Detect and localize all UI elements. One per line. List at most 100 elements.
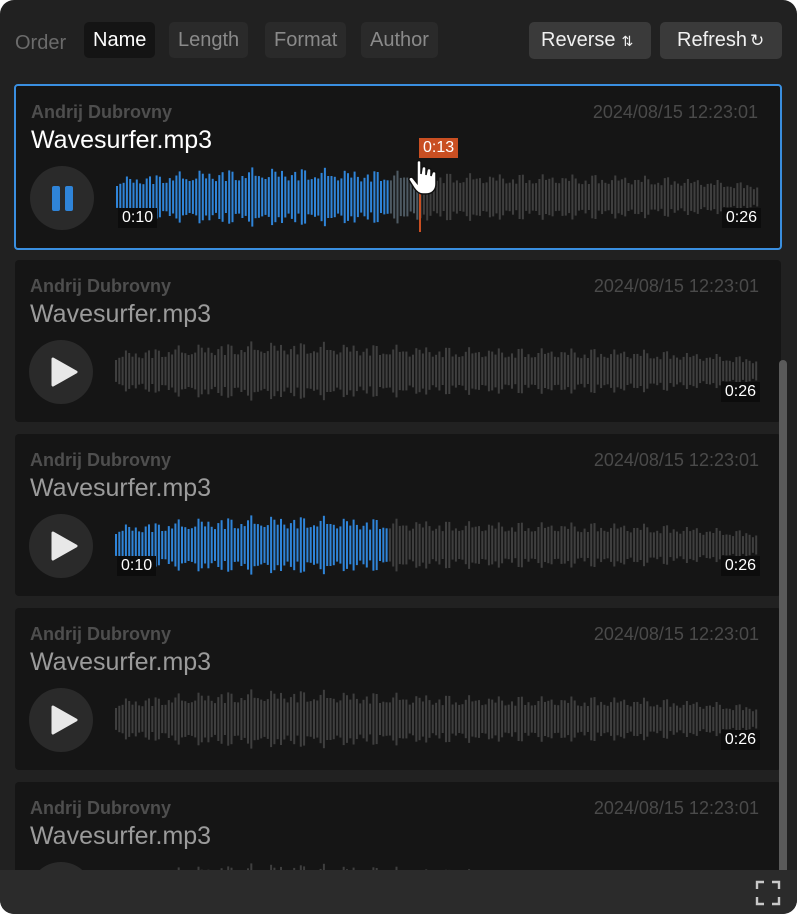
current-time: 0:10 — [117, 556, 157, 576]
waveform-bar — [577, 705, 579, 733]
waveform-bar — [350, 177, 353, 217]
play-button[interactable] — [29, 688, 93, 752]
sort-by-name-chip[interactable]: Name — [84, 22, 156, 58]
waveform-bar — [398, 525, 401, 565]
waveform-bar — [454, 354, 457, 388]
waveform-bar — [619, 527, 622, 563]
waveform[interactable]: 0:26 — [115, 684, 760, 754]
waveform-bar — [501, 700, 504, 738]
sort-by-length-chip[interactable]: Length — [169, 22, 249, 58]
pause-button[interactable] — [30, 166, 94, 230]
waveform-bar — [715, 702, 718, 737]
waveform-bar — [614, 175, 617, 219]
fullscreen-icon[interactable] — [755, 880, 781, 906]
waveform-bar — [233, 702, 236, 736]
play-button[interactable] — [29, 862, 93, 870]
track-card[interactable]: Andrij Dubrovny 2024/08/15 12:23:01 Wavesu… — [15, 608, 781, 770]
waveform-bar — [359, 529, 362, 561]
waveform-bar — [616, 354, 619, 388]
waveform-bar — [395, 518, 398, 572]
waveform-bar — [547, 700, 550, 738]
waveform-bar — [514, 357, 517, 385]
waveform-bar — [553, 704, 556, 734]
waveform-bar — [290, 175, 293, 219]
waveform-bar — [412, 702, 414, 736]
waveform-bar — [116, 186, 118, 208]
waveform-bar — [131, 530, 134, 560]
waveform-bar — [488, 176, 491, 218]
waveform[interactable]: 0:26 — [115, 336, 760, 406]
waveform-bar — [329, 698, 332, 740]
waveform-bar — [227, 518, 230, 572]
waveform-bar — [204, 352, 207, 390]
waveform-bar — [343, 170, 346, 224]
waveform-bar — [726, 186, 729, 208]
waveform-bar — [745, 707, 748, 731]
waveform-bar — [452, 182, 455, 212]
sort-by-format-chip[interactable]: Format — [265, 22, 347, 58]
play-button[interactable] — [29, 514, 93, 578]
track-card[interactable]: Andrij Dubrovny 2024/08/15 12:23:01 Wavesu… — [14, 84, 782, 250]
waveform-bar — [215, 181, 217, 213]
waveform-bar — [398, 351, 401, 391]
waveform-bar — [317, 178, 320, 216]
waveform-bar — [567, 702, 570, 736]
play-button[interactable] — [29, 340, 93, 404]
waveform-bar — [273, 693, 276, 745]
waveform-bar — [204, 700, 207, 738]
sort-by-author-chip[interactable]: Author — [361, 22, 438, 58]
waveform-bar — [728, 360, 731, 382]
waveform-bar — [573, 526, 576, 564]
waveform-bar — [271, 168, 274, 226]
waveform[interactable]: 0:10 0:26 — [115, 510, 760, 580]
waveform-bar — [511, 353, 513, 389]
waveform-bar — [448, 347, 451, 394]
waveform-bar — [185, 179, 188, 215]
waveform-bar — [184, 701, 187, 737]
waveform-bar — [286, 354, 289, 388]
waveform-bar — [525, 183, 528, 211]
scrollbar[interactable] — [779, 360, 787, 870]
waveform-bar — [650, 184, 653, 210]
track-card[interactable]: Andrij Dubrovny 2024/08/15 12:23:01 Wavesu… — [15, 434, 781, 596]
waveform-bar — [349, 699, 352, 739]
waveform-bar — [735, 357, 738, 385]
waveform-bar — [669, 706, 672, 732]
waveform-bar — [626, 531, 629, 559]
waveform-bar — [461, 356, 464, 386]
waveform-bar — [690, 183, 693, 211]
waveform-bar — [613, 349, 616, 393]
reverse-button[interactable]: Reverse ⇅ — [529, 22, 651, 59]
waveform-bar — [633, 354, 636, 388]
waveform-bar — [296, 354, 299, 388]
waveform-bar — [346, 695, 348, 743]
waveform-bar — [214, 529, 216, 561]
waveform-bar — [121, 356, 124, 386]
waveform-bar — [616, 528, 619, 562]
waveform[interactable]: 0:26 — [115, 858, 760, 870]
waveform-bar — [578, 183, 580, 211]
waveform-bar — [603, 356, 606, 386]
waveform-bar — [611, 180, 613, 214]
waveform-bar — [755, 361, 758, 381]
waveform-bar — [640, 181, 643, 212]
waveform-bar — [438, 351, 441, 391]
waveform-bar — [336, 702, 339, 736]
waveform-bar — [574, 178, 577, 216]
track-card[interactable]: Andrij Dubrovny 2024/08/15 12:23:01 Wavesu… — [15, 782, 781, 870]
waveform-bar — [372, 345, 375, 397]
refresh-button[interactable]: Refresh ↻ — [660, 22, 782, 59]
track-card[interactable]: Andrij Dubrovny 2024/08/15 12:23:01 Wavesu… — [15, 260, 781, 422]
waveform-bar — [240, 524, 243, 566]
waveform-bar — [715, 528, 718, 563]
waveform-bar — [431, 356, 434, 386]
waveform-bar — [623, 699, 626, 739]
waveform[interactable]: 0:10 0:26 0:13 — [116, 138, 761, 232]
waveform-bar — [517, 523, 520, 567]
waveform-bar — [362, 699, 365, 739]
waveform-bar — [382, 701, 385, 737]
waveform-bar — [294, 171, 297, 223]
waveform-bar — [458, 704, 461, 733]
track-list[interactable]: Andrij Dubrovny 2024/08/15 12:23:01 Wavesu… — [0, 80, 797, 870]
waveform-bar — [458, 356, 461, 385]
